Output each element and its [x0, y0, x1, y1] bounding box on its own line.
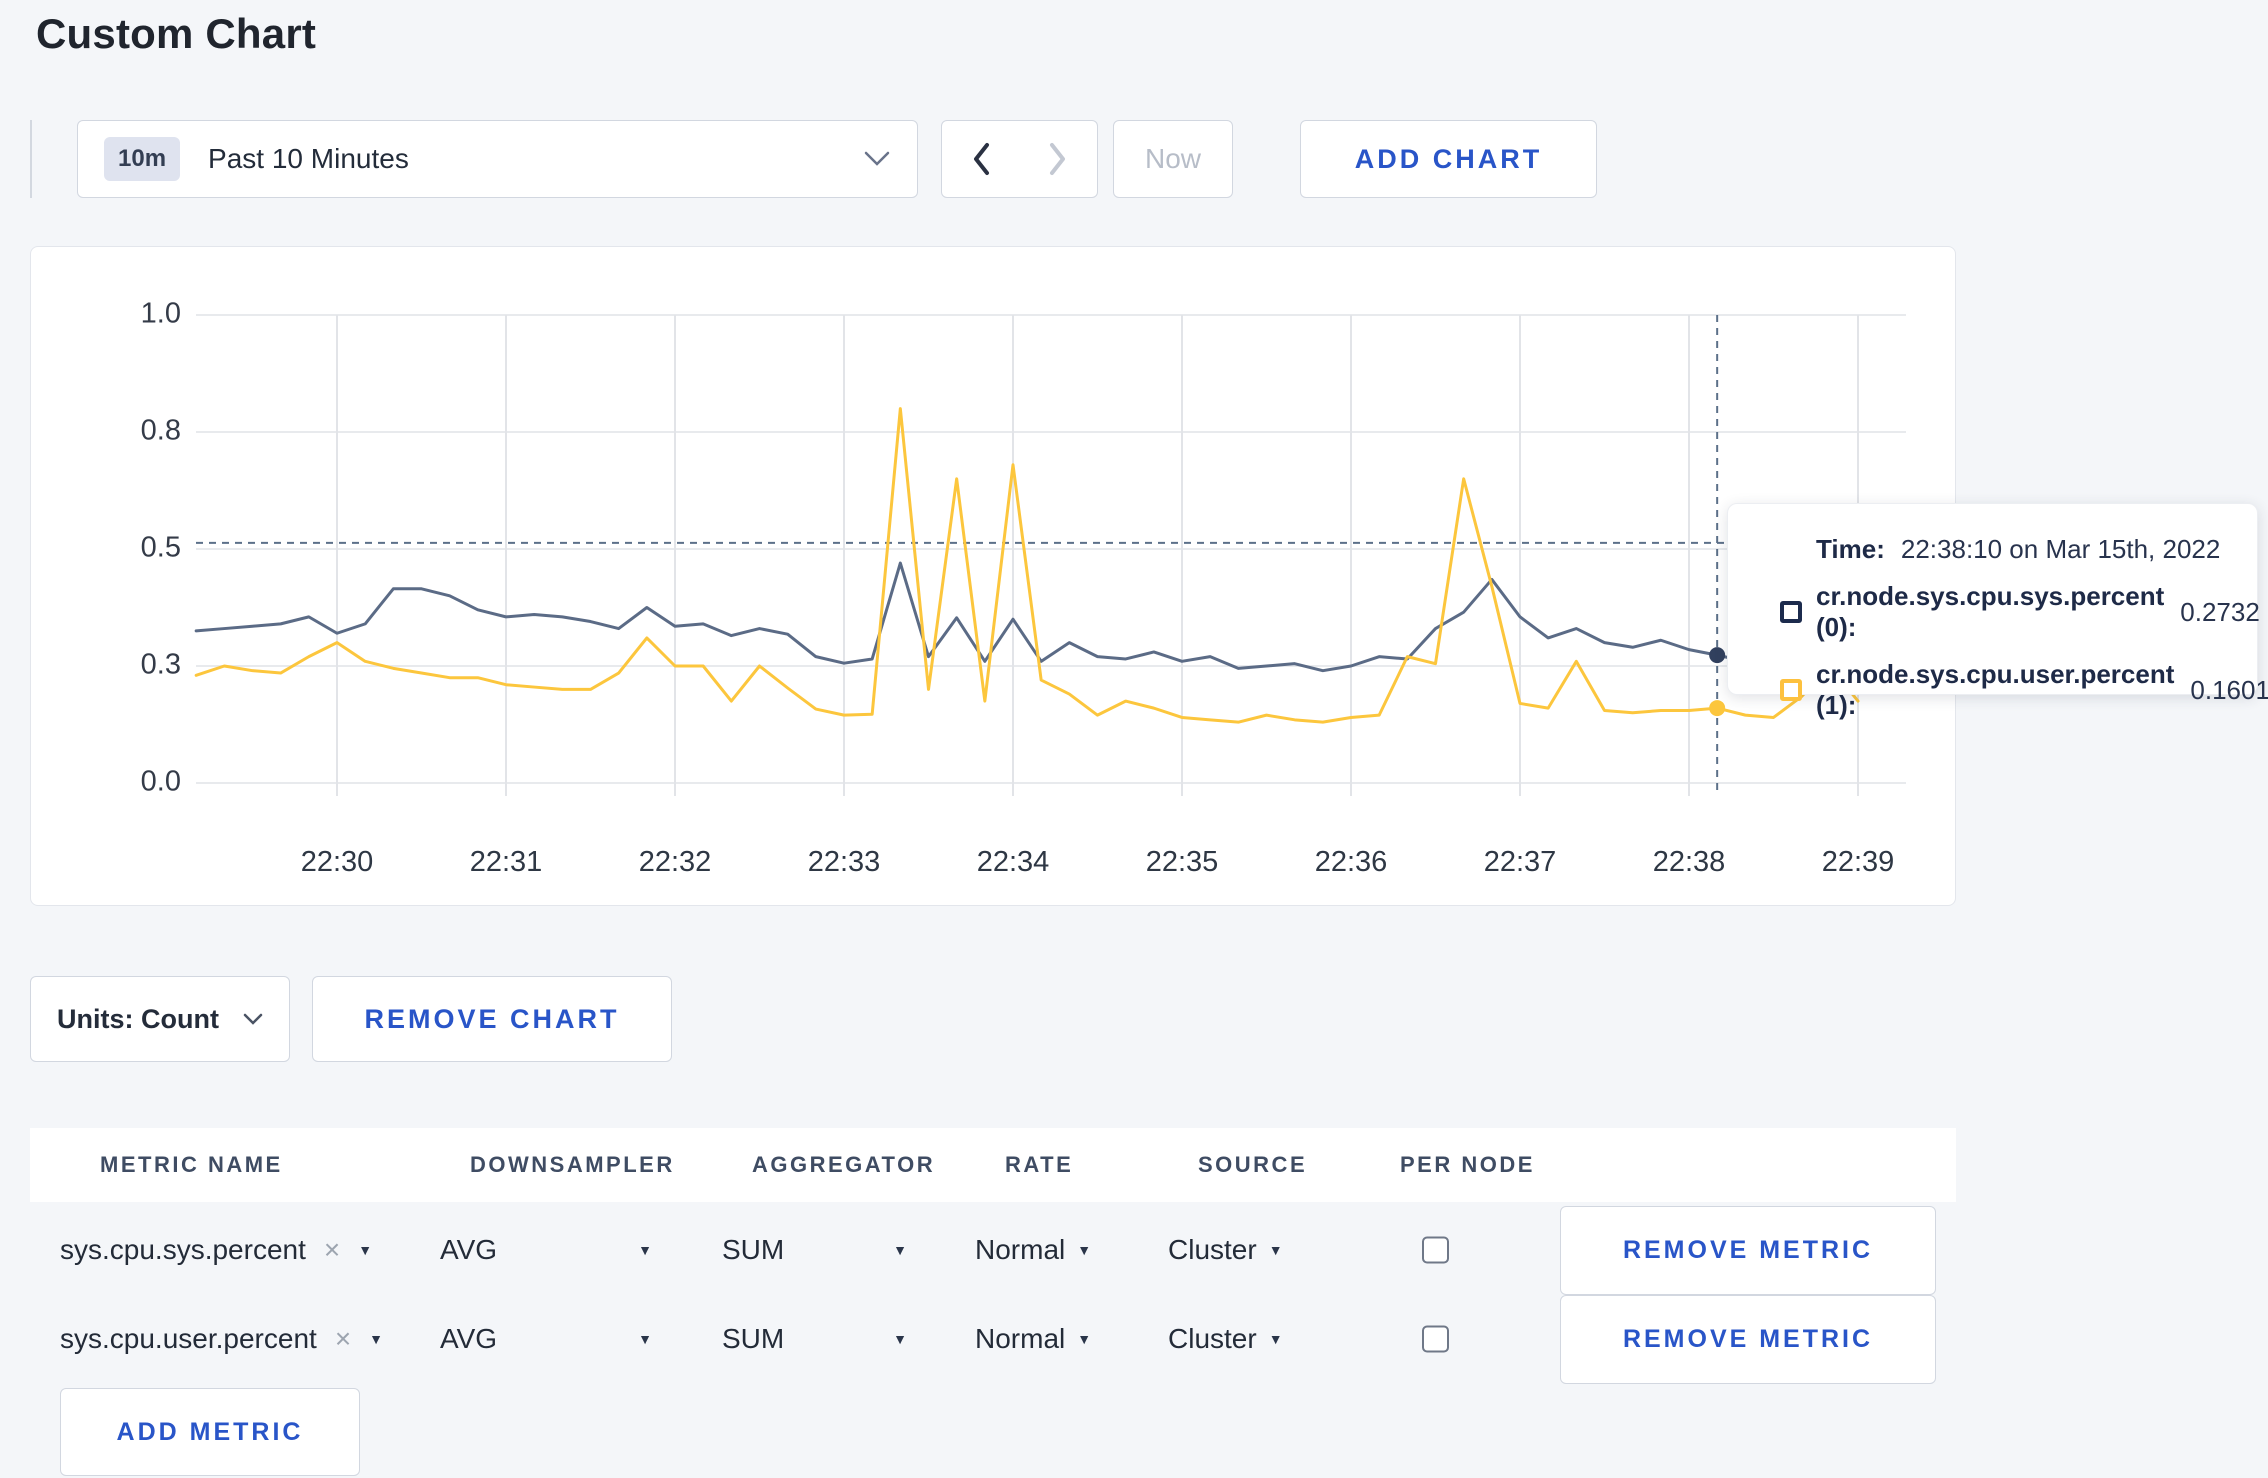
aggregator-dropdown[interactable]: SUM ▼ — [722, 1234, 907, 1266]
remove-metric-button[interactable]: REMOVE METRIC — [1560, 1295, 1936, 1384]
svg-text:0.3: 0.3 — [141, 649, 181, 681]
caret-down-icon: ▼ — [1268, 1331, 1283, 1347]
time-back-button[interactable] — [941, 120, 1020, 198]
column-header: METRIC NAME — [100, 1152, 283, 1177]
per-node-checkbox[interactable] — [1422, 1236, 1449, 1264]
svg-text:0.5: 0.5 — [141, 532, 181, 564]
column-header: DOWNSAMPLER — [470, 1152, 675, 1177]
tooltip-time-label: Time: — [1816, 534, 1885, 564]
column-header: AGGREGATOR — [752, 1152, 936, 1177]
add-chart-button[interactable]: ADD CHART — [1300, 120, 1597, 198]
column-header: RATE — [1005, 1152, 1074, 1177]
downsampler-dropdown[interactable]: AVG ▼ — [440, 1234, 652, 1266]
remove-metric-button[interactable]: REMOVE METRIC — [1560, 1206, 1936, 1295]
caret-down-icon: ▼ — [1268, 1242, 1283, 1258]
units-dropdown[interactable]: Units: Count — [30, 976, 290, 1062]
add-metric-button[interactable]: ADD METRIC — [60, 1388, 360, 1476]
downsampler-dropdown[interactable]: AVG ▼ — [440, 1323, 652, 1355]
svg-text:22:30: 22:30 — [301, 846, 374, 878]
svg-text:22:32: 22:32 — [639, 846, 712, 878]
tooltip-series-sys-label: cr.node.sys.cpu.sys.percent (0): — [1816, 581, 2165, 642]
tooltip-series-user-label: cr.node.sys.cpu.user.percent (1): — [1816, 659, 2175, 720]
remove-chart-button[interactable]: REMOVE CHART — [312, 976, 672, 1062]
caret-down-icon: ▼ — [1077, 1242, 1092, 1258]
clear-metric-icon[interactable]: × — [324, 1234, 340, 1266]
aggregator-dropdown[interactable]: SUM ▼ — [722, 1323, 907, 1355]
svg-text:22:39: 22:39 — [1822, 846, 1895, 878]
series-swatch-sys-icon — [1780, 601, 1802, 623]
time-range-dropdown[interactable]: 10m Past 10 Minutes — [77, 120, 918, 198]
metric-name: sys.cpu.sys.percent — [60, 1234, 306, 1265]
source-dropdown[interactable]: Cluster ▼ — [1168, 1234, 1283, 1266]
metric-row: sys.cpu.sys.percent × ▼ AVG ▼ SUM ▼ Norm… — [0, 1206, 2268, 1295]
per-node-checkbox[interactable] — [1422, 1325, 1449, 1353]
svg-text:22:31: 22:31 — [470, 846, 543, 878]
svg-text:1.0: 1.0 — [141, 298, 181, 330]
column-header: PER NODE — [1400, 1152, 1535, 1177]
source-dropdown[interactable]: Cluster ▼ — [1168, 1323, 1283, 1355]
chevron-down-icon — [864, 151, 890, 166]
svg-text:22:33: 22:33 — [808, 846, 881, 878]
metric-row: sys.cpu.user.percent × ▼ AVG ▼ SUM ▼ Nor… — [0, 1295, 2268, 1384]
chevron-left-icon — [973, 143, 989, 175]
series-swatch-user-icon — [1780, 679, 1802, 701]
chart-hover-tooltip: Time: 22:38:10 on Mar 15th, 2022 cr.node… — [1727, 503, 2268, 720]
time-forward-button[interactable] — [1019, 120, 1098, 198]
rate-dropdown[interactable]: Normal ▼ — [975, 1234, 1091, 1266]
rate-dropdown[interactable]: Normal ▼ — [975, 1323, 1091, 1355]
tooltip-series-user-value: 0.1601 — [2190, 674, 2268, 705]
svg-text:0.8: 0.8 — [141, 415, 181, 447]
column-header: SOURCE — [1198, 1152, 1308, 1177]
caret-down-icon: ▼ — [1077, 1331, 1092, 1347]
caret-down-icon: ▼ — [638, 1242, 652, 1258]
toolbar-divider — [30, 120, 32, 198]
chart-card: 0.0 0.3 0.5 0.8 1.0 22:30 22:31 22:32 22:33 22:34… — [30, 246, 1956, 906]
caret-down-icon[interactable]: ▼ — [369, 1331, 383, 1347]
caret-down-icon: ▼ — [638, 1331, 652, 1347]
now-button[interactable]: Now — [1113, 120, 1233, 198]
timeseries-chart[interactable]: 0.0 0.3 0.5 0.8 1.0 22:30 22:31 22:32 22:33 22:34… — [31, 247, 1955, 905]
clear-metric-icon[interactable]: × — [335, 1323, 351, 1355]
metric-name: sys.cpu.user.percent — [60, 1323, 317, 1354]
units-label: Units: Count — [57, 1003, 219, 1034]
chevron-down-icon — [243, 1013, 263, 1025]
tooltip-series-sys-value: 0.2732 — [2180, 596, 2260, 627]
svg-text:22:37: 22:37 — [1484, 846, 1557, 878]
tooltip-time-value: 22:38:10 on Mar 15th, 2022 — [1900, 534, 2221, 564]
caret-down-icon: ▼ — [893, 1242, 907, 1258]
page-title: Custom Chart — [36, 10, 317, 57]
metrics-table-header: METRIC NAME DOWNSAMPLER AGGREGATOR RATE SOUR… — [30, 1128, 1956, 1202]
time-range-badge: 10m — [104, 137, 181, 181]
caret-down-icon: ▼ — [893, 1331, 907, 1347]
svg-text:0.0: 0.0 — [141, 766, 181, 798]
chevron-right-icon — [1050, 143, 1065, 175]
time-range-label: Past 10 Minutes — [208, 143, 409, 174]
svg-text:22:38: 22:38 — [1653, 846, 1726, 878]
svg-text:22:34: 22:34 — [977, 846, 1050, 878]
caret-down-icon[interactable]: ▼ — [358, 1242, 372, 1258]
svg-text:22:36: 22:36 — [1315, 846, 1388, 878]
svg-text:22:35: 22:35 — [1146, 846, 1219, 878]
